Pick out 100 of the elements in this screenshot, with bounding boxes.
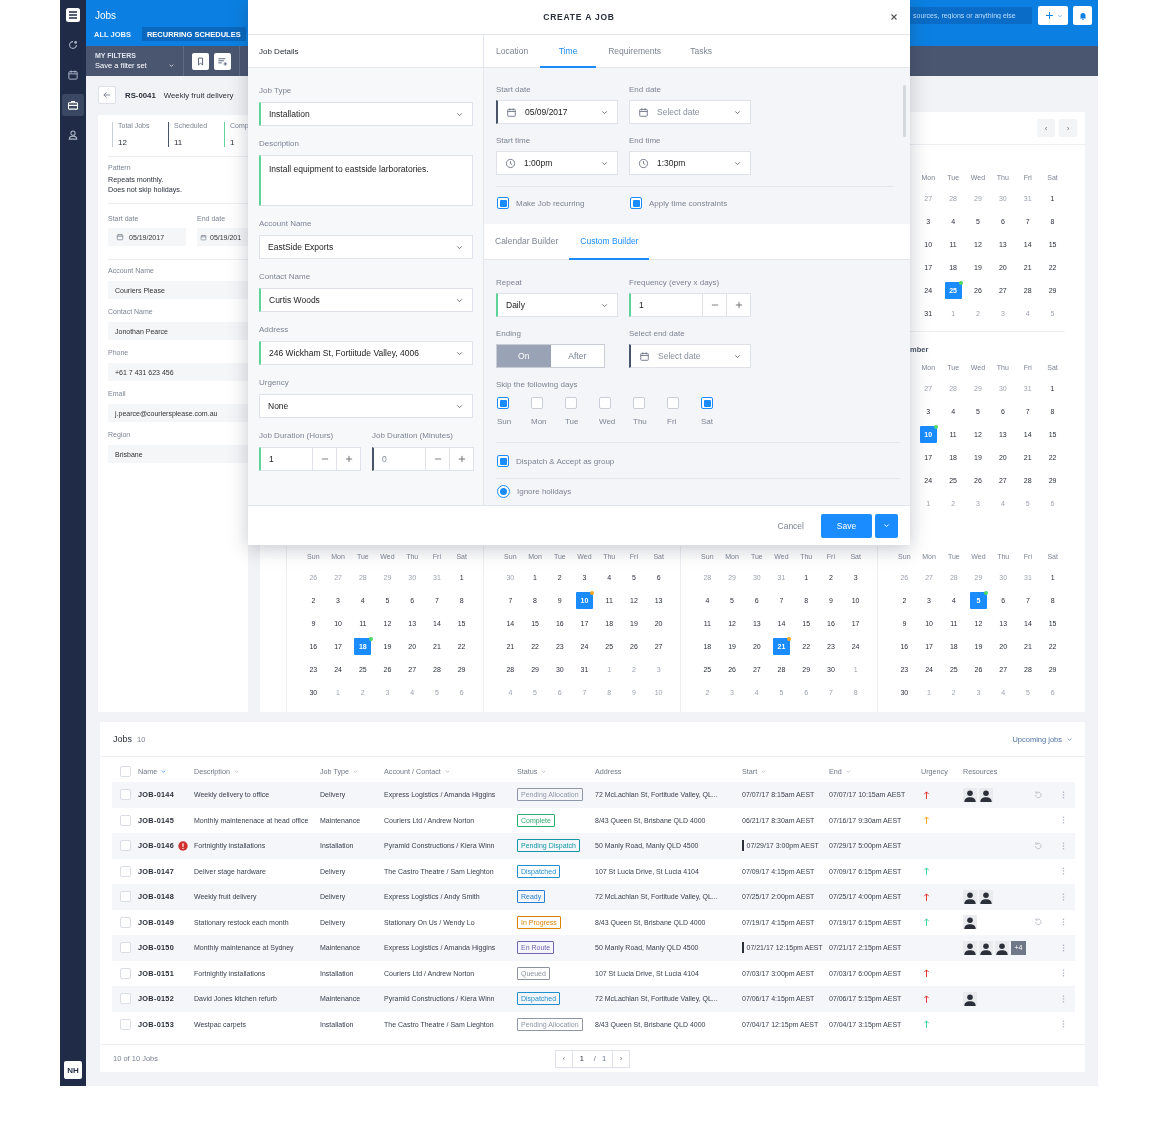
briefcase-icon [67,99,79,111]
notifications-button[interactable] [1073,6,1092,25]
row-checkbox[interactable] [120,1018,131,1030]
field-label: Account Name [259,218,312,229]
back-button[interactable] [98,86,116,104]
row-checkbox[interactable] [120,916,131,928]
clock-icon [638,157,649,169]
sort-caret-icon[interactable] [232,768,240,775]
time-field[interactable]: 1:30pm [629,151,751,175]
checkbox[interactable] [497,397,509,409]
stat-value: 11 [174,138,183,147]
avatar-icon [963,940,977,955]
number-stepper[interactable]: 1 [259,447,361,471]
checkbox[interactable] [630,197,642,209]
calendar-icon [639,350,650,362]
avatar-icon [979,940,993,955]
checkbox[interactable] [633,397,645,409]
sort-caret-icon[interactable] [160,768,168,775]
sort-caret-icon[interactable] [844,768,852,775]
checkbox[interactable] [565,397,577,409]
checkbox[interactable] [701,397,713,409]
number-field[interactable]: 1 [261,448,312,470]
dropdown-field[interactable]: Curtis Woods [259,288,473,312]
add-button[interactable] [1038,6,1068,25]
select-all-checkbox[interactable] [120,766,131,777]
dropdown-field[interactable]: Installation [259,102,473,126]
dropdown-field[interactable]: None [259,394,473,418]
radio-button[interactable] [497,485,510,498]
row-checkbox[interactable] [120,814,131,826]
close-icon[interactable] [889,12,899,22]
tab[interactable]: Calendar Builder [484,224,570,260]
filter-add-icon [217,55,228,67]
field-label: Job Type [259,85,292,96]
checkbox-label: Tue [565,417,579,427]
checkbox[interactable] [531,397,543,409]
dropdown-field[interactable]: 246 Wickham St, Fortiitude Valley, 4006 [259,341,473,365]
checkbox[interactable] [497,455,509,467]
nav-button[interactable] [62,94,84,116]
checkbox[interactable] [599,397,611,409]
dropdown-field[interactable]: EastSide Exports [259,235,473,259]
caret-icon [1066,735,1073,743]
refresh-icon [67,39,79,51]
date-field[interactable]: Select date [629,100,751,124]
section-title: Jobs [113,734,132,744]
avatar-icon [995,940,1009,955]
dialog-title: CREATE A JOB [543,12,615,22]
sort-caret-icon[interactable] [540,768,548,775]
checkbox-label: Wed [599,417,616,427]
radio-label: Ignore holidays [517,487,572,496]
sort-caret-icon[interactable] [760,768,768,775]
row-checkbox[interactable] [120,942,131,954]
checkbox-label: Thu [633,417,647,427]
row-checkbox[interactable] [120,865,131,877]
field-label: Repeat [496,277,522,288]
row-checkbox[interactable] [120,891,131,903]
field-label: Start date [496,84,531,95]
sort-caret-icon[interactable] [443,768,451,775]
row-checkbox[interactable] [120,993,131,1005]
stat-value: 12 [118,138,127,147]
calendar-icon [67,69,79,81]
text-area[interactable]: Install equipment to eastside larboratories. [259,155,473,206]
avatar-icon [963,991,977,1006]
avatar-icon [979,787,993,802]
scrollbar[interactable] [903,85,906,137]
add-filter-button[interactable] [214,52,231,70]
save-options-button[interactable] [875,513,898,538]
number-stepper[interactable]: 0 [372,447,474,471]
tab[interactable]: Requirements [596,35,674,68]
next-button[interactable]: › [1059,119,1077,137]
time-field[interactable]: 1:00pm [496,151,618,175]
field-label: Ending [496,328,521,339]
number-field[interactable]: 0 [374,448,425,470]
cancel-button[interactable]: Cancel [775,518,806,533]
bookmark-button[interactable] [192,52,209,70]
row-checkbox[interactable] [120,967,131,979]
caret-icon [168,62,175,69]
previous-button[interactable]: ‹ [1037,119,1055,137]
checkbox[interactable] [497,197,509,209]
field-label: End date [629,84,662,95]
bell-icon [1077,10,1088,21]
field-label: Select end date [629,328,685,339]
user-avatar[interactable]: NH [64,1061,82,1079]
checkbox-label: Make Job recurring [516,198,585,208]
checkbox-label: Fri [667,417,677,427]
plus-icon [733,300,744,310]
number-stepper[interactable]: 1 [629,293,751,317]
row-checkbox[interactable] [120,789,131,801]
tab[interactable]: Location [484,35,541,68]
field-label: Urgency [259,377,289,388]
plus-icon [343,454,354,464]
dropdown-field[interactable]: Daily [496,293,618,317]
clock-icon [505,157,516,169]
page-title: Jobs [95,9,117,23]
sort-caret-icon[interactable] [352,768,360,775]
checkbox[interactable] [667,397,679,409]
tab[interactable]: Tasks [673,35,730,68]
date-field[interactable]: 05/09/2017 [496,100,618,124]
number-field[interactable]: 1 [631,294,702,316]
date-field[interactable]: Select date [629,344,751,368]
row-checkbox[interactable] [120,840,131,852]
